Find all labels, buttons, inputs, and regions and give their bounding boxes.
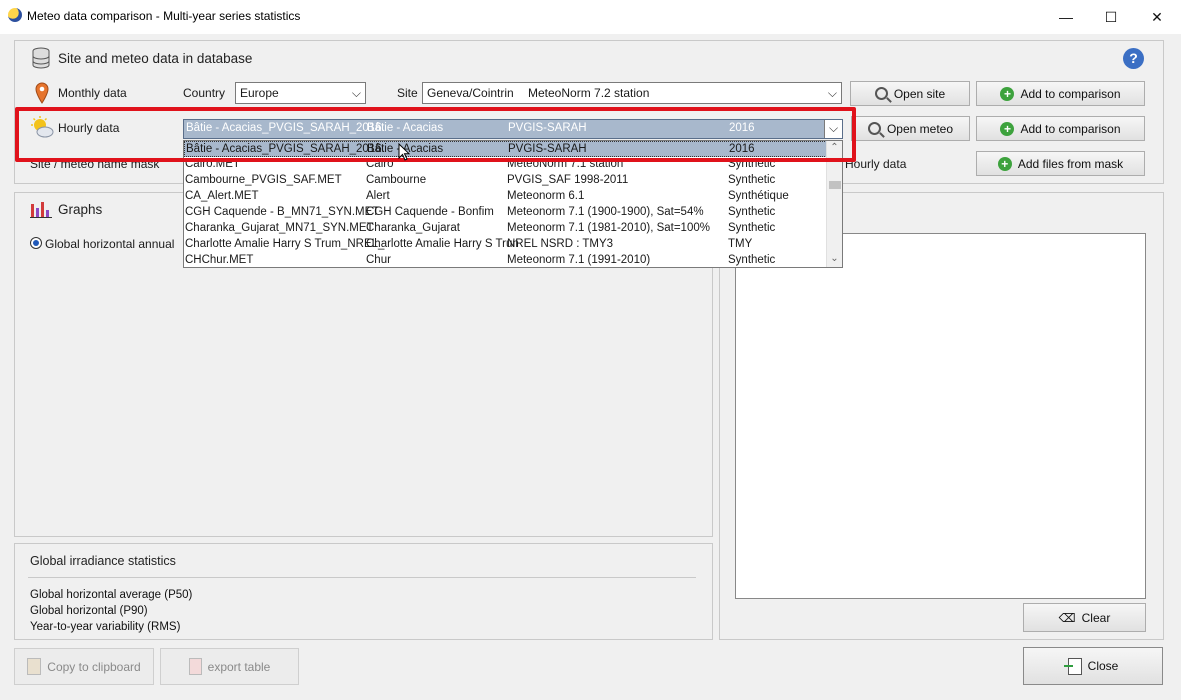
dropdown-option-site: Chur [366, 254, 391, 266]
global-annual-radio[interactable] [30, 237, 42, 249]
add-comparison-label: Add to comparison [1020, 86, 1121, 101]
add-files-label: Add files from mask [1017, 156, 1124, 171]
open-meteo-button[interactable]: Open meteo [851, 116, 970, 141]
dropdown-option-file: CHChur.MET [185, 254, 254, 266]
chevron-down-icon: ⌵ [827, 86, 837, 100]
dropdown-option[interactable]: Cambourne_PVGIS_SAF.MET Cambourne PVGIS_SA… [184, 173, 842, 189]
dropdown-option-site: Charanka_Gujarat [366, 222, 460, 234]
dropdown-option-site: Charlotte Amalie Harry S Trun [366, 238, 519, 250]
exit-door-icon [1063, 657, 1082, 675]
dropdown-option-site: CGH Caquende - Bonfim [366, 206, 494, 218]
open-meteo-label: Open meteo [886, 121, 954, 136]
database-icon [31, 47, 51, 69]
site-section-title: Site and meteo data in database [58, 51, 253, 66]
dropdown-option-site: Alert [366, 190, 390, 202]
add-comparison-label: Add to comparison [1020, 121, 1121, 136]
dropdown-option[interactable]: Charlotte Amalie Harry S Trum_NREL_ Charl… [184, 237, 842, 253]
dropdown-option-file: CA_Alert.MET [185, 190, 259, 202]
global-annual-label: Global horizontal annual [45, 237, 175, 251]
export-table-button[interactable]: export table [160, 648, 299, 685]
dropdown-option[interactable]: CGH Caquende - B_MN71_SYN.MET CGH Caquend… [184, 205, 842, 221]
site-source: MeteoNorm 7.2 station [528, 86, 650, 100]
scroll-down-icon[interactable]: ⌄ [827, 253, 842, 264]
close-button[interactable]: Close [1023, 647, 1163, 685]
divider [28, 577, 696, 578]
chevron-down-icon: ⌵ [351, 86, 361, 100]
dropdown-option-file: Cambourne_PVGIS_SAF.MET [185, 174, 342, 186]
eraser-icon: ⌫ [1058, 610, 1076, 625]
dropdown-option-type: Synthetic [728, 206, 776, 218]
dropdown-option-source: Meteonorm 6.1 [507, 190, 585, 202]
site-value: Geneva/Cointrin [427, 86, 514, 100]
country-select[interactable]: Europe ⌵ [235, 82, 366, 104]
country-label: Country [183, 86, 226, 100]
monthly-data-label: Monthly data [58, 86, 127, 100]
plus-icon: + [1000, 121, 1015, 136]
dropdown-option-type: Synthetic [728, 222, 776, 234]
dropdown-option-file: Charlotte Amalie Harry S Trum_NREL_ [185, 238, 385, 250]
stats-title: Global irradiance statistics [30, 554, 176, 568]
copy-label: Copy to clipboard [47, 659, 141, 674]
close-label: Close [1087, 659, 1119, 673]
dropdown-option-type: TMY [728, 238, 753, 250]
close-window-button[interactable]: ✕ [1134, 0, 1180, 34]
open-site-button[interactable]: Open site [850, 81, 970, 106]
copy-clipboard-button[interactable]: Copy to clipboard [14, 648, 154, 685]
results-list[interactable] [735, 233, 1146, 599]
dropdown-option-source: Meteonorm 7.1 (1991-2010) [507, 254, 651, 266]
highlight-box [15, 107, 856, 162]
add-monthly-comparison-button[interactable]: + Add to comparison [976, 81, 1145, 106]
dropdown-option-source: Meteonorm 7.1 (1981-2010), Sat=100% [507, 222, 710, 234]
add-hourly-comparison-button[interactable]: + Add to comparison [976, 116, 1145, 141]
stat-p90-label: Global horizontal (P90) [30, 605, 148, 617]
dropdown-option[interactable]: CHChur.MET Chur Meteonorm 7.1 (1991-2010) S… [184, 253, 842, 267]
dropdown-option-site: Cambourne [366, 174, 427, 186]
mouse-cursor-icon [398, 142, 411, 161]
plus-icon: + [997, 156, 1012, 171]
dropdown-option-type: Synthétique [728, 190, 789, 202]
app-icon [8, 8, 22, 22]
search-icon [867, 122, 881, 135]
dropdown-option-file: CGH Caquende - B_MN71_SYN.MET [185, 206, 380, 218]
dropdown-option-source: Meteonorm 7.1 (1900-1900), Sat=54% [507, 206, 704, 218]
dropdown-option-source: PVGIS_SAF 1998-2011 [507, 174, 629, 186]
stat-p50-label: Global horizontal average (P50) [30, 589, 193, 601]
bar-chart-icon [30, 200, 52, 218]
window-title: Meteo data comparison - Multi-year serie… [27, 9, 301, 23]
dropdown-option-file: Charanka_Gujarat_MN71_SYN.MET [185, 222, 374, 234]
site-select[interactable]: Geneva/Cointrin MeteoNorm 7.2 station ⌵ [422, 82, 842, 104]
add-files-from-mask-button[interactable]: + Add files from mask [976, 151, 1145, 176]
help-icon[interactable]: ? [1123, 48, 1144, 69]
export-icon [188, 658, 202, 675]
country-value: Europe [240, 86, 279, 100]
export-label: export table [207, 659, 271, 674]
dropdown-option-type: Synthetic [728, 174, 776, 186]
search-icon [874, 87, 888, 100]
minimize-button[interactable]: — [1043, 0, 1089, 34]
dropdown-option[interactable]: Charanka_Gujarat_MN71_SYN.MET Charanka_Gu… [184, 221, 842, 237]
stat-rms-label: Year-to-year variability (RMS) [30, 621, 181, 633]
dropdown-option-type: Synthetic [728, 254, 776, 266]
graphs-title: Graphs [58, 202, 103, 217]
clear-label: Clear [1081, 610, 1111, 625]
clear-button[interactable]: ⌫ Clear [1023, 603, 1146, 632]
open-site-label: Open site [893, 86, 946, 101]
location-pin-icon [35, 82, 49, 104]
dropdown-option[interactable]: CA_Alert.MET Alert Meteonorm 6.1 Synthétiqu… [184, 189, 842, 205]
dropdown-option-source: NREL NSRD : TMY3 [507, 238, 614, 250]
site-label: Site [397, 86, 418, 100]
scroll-thumb[interactable] [829, 181, 841, 189]
maximize-button[interactable]: ☐ [1088, 0, 1134, 34]
clipboard-icon [27, 658, 42, 675]
plus-icon: + [1000, 86, 1015, 101]
